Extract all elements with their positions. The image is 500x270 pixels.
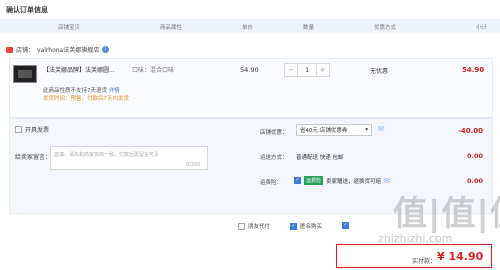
proxy-pay-checkbox[interactable]: [238, 222, 245, 230]
no-return-detail-link[interactable]: 详情: [109, 88, 120, 94]
product-spec: 口味：混合口味: [132, 67, 175, 74]
invoice-option[interactable]: 开具发票: [15, 125, 49, 134]
shop-name-link[interactable]: valrhona法芙娜旗舰店: [37, 45, 99, 54]
quantity-stepper: − 1 +: [284, 63, 330, 77]
unit-price: 54.90: [240, 66, 259, 74]
extra-checkbox[interactable]: ✓: [342, 222, 349, 229]
item-subtotal: 54.90: [462, 66, 485, 74]
header-subtotal: 小计: [476, 25, 488, 31]
insurance-text: 卖家赠送，退换货可赔: [326, 178, 382, 185]
insurance-checkbox[interactable]: ✓: [294, 177, 301, 184]
no-return-text: 此商品性质不支持7天退货: [43, 88, 108, 94]
increase-button[interactable]: +: [317, 64, 329, 76]
product-name-link[interactable]: 【法芙娜品牌】法芙娜圆...: [43, 65, 115, 74]
shipping-label: 运送方式：: [260, 155, 288, 161]
insurance-option[interactable]: ✓ 运费险 卖家赠送，退换货可赔 ✉: [294, 176, 390, 185]
message-label: 给卖家留言：: [15, 154, 52, 161]
invoice-label: 开具发票: [25, 127, 50, 134]
anonymous-option[interactable]: ✓ 匿名购买: [290, 222, 322, 230]
total-amount: ¥ 14.90: [437, 250, 483, 263]
chevron-down-icon: ▾: [365, 127, 368, 133]
insurance-price: 0.00: [467, 177, 484, 185]
shop-promo-value: -40.00: [458, 127, 484, 135]
insurance-badge: 运费险: [304, 176, 324, 185]
item-discount: 无优惠: [370, 68, 389, 75]
shop-label: 店铺：: [16, 47, 35, 54]
chat-icon[interactable]: ✉: [378, 125, 384, 133]
decrease-button[interactable]: −: [285, 64, 297, 76]
total-label: 实付款：: [412, 258, 437, 265]
shipping-method: 普通配送 快递 包邮: [296, 155, 344, 161]
page-title: 确认订单信息: [6, 6, 48, 14]
shop-row: 店铺： valrhona法芙娜旗舰店 i: [6, 45, 110, 54]
message-char-count: 0/200: [186, 162, 201, 168]
proxy-pay-label: 朋友代付: [248, 224, 271, 230]
insurance-label: 运费险：: [260, 180, 283, 186]
product-thumbnail[interactable]: [13, 65, 37, 83]
anonymous-label: 匿名购买: [300, 224, 323, 230]
extra-option[interactable]: ✓: [342, 222, 349, 229]
help-icon[interactable]: ✉: [384, 177, 390, 185]
quantity-input[interactable]: 1: [297, 64, 317, 76]
message-placeholder: 选填，请先和商家协商一致，付款后再留言可见: [54, 152, 160, 158]
header-attr: 商品属性: [160, 25, 183, 31]
header-shop: 店铺宝贝: [58, 25, 81, 31]
info-icon[interactable]: i: [102, 46, 110, 53]
total-value: 14.90: [448, 250, 484, 263]
no-return-note: 此商品性质不支持7天退货 详情: [43, 86, 120, 94]
proxy-pay-option[interactable]: 朋友代付: [238, 222, 270, 230]
shipping-price: 0.00: [467, 152, 484, 160]
shop-promo-label: 店铺优惠：: [260, 130, 288, 136]
message-input[interactable]: [50, 146, 208, 170]
shop-promo-selected: 省40元:店铺优惠券: [300, 128, 348, 134]
anonymous-checkbox[interactable]: ✓: [290, 222, 297, 230]
shop-promo-select[interactable]: 省40元:店铺优惠券 ▾: [296, 124, 372, 136]
invoice-checkbox[interactable]: [15, 126, 22, 133]
header-discount: 优惠方式: [374, 25, 397, 31]
watermark-site: zhizhizhi.com: [378, 232, 453, 245]
total-currency: ¥: [437, 250, 445, 263]
header-qty: 数量: [303, 25, 315, 31]
header-price: 单价: [242, 25, 254, 31]
watermark-logo: 值|值|值: [393, 194, 500, 234]
shipping-time-note: 发货时间：预售，付款后7天内发货: [43, 96, 130, 102]
shop-icon: [6, 46, 13, 53]
